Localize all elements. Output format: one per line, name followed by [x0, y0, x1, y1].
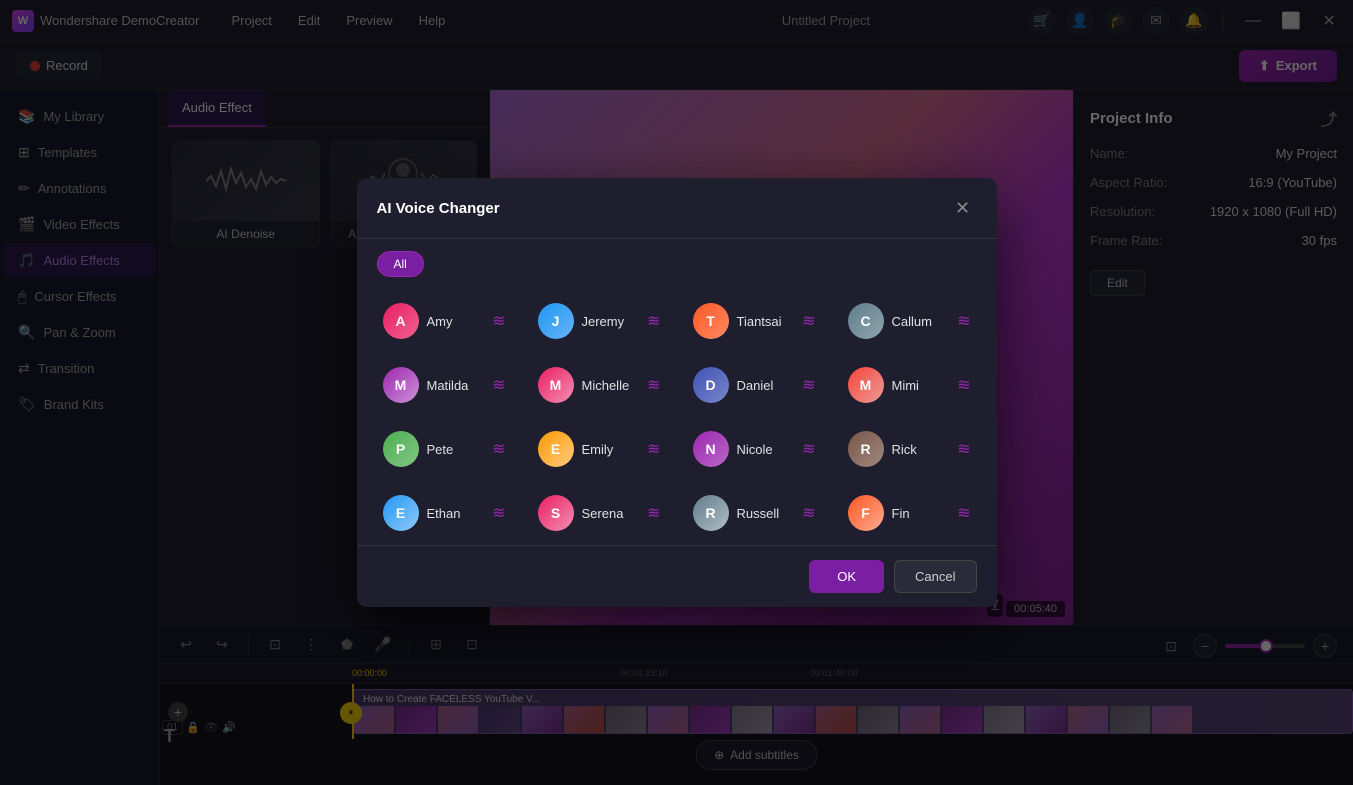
voice-info-amy: Amy — [427, 314, 485, 329]
voice-name-michelle: Michelle — [582, 378, 640, 393]
voice-card-mimi[interactable]: M Mimi ≋ — [835, 356, 984, 414]
voice-info-matilda: Matilda — [427, 378, 485, 393]
voice-card-callum[interactable]: C Callum ≋ — [835, 292, 984, 350]
filter-bar: All — [357, 239, 997, 289]
wave-icon-callum: ≋ — [957, 311, 970, 331]
voice-info-jeremy: Jeremy — [582, 314, 640, 329]
voice-info-fin: Fin — [892, 506, 950, 521]
wave-icon-serena: ≋ — [647, 503, 660, 523]
avatar-mimi: M — [848, 367, 884, 403]
voice-name-pete: Pete — [427, 442, 485, 457]
voice-card-ethan[interactable]: E Ethan ≋ — [370, 484, 519, 542]
voice-card-serena[interactable]: S Serena ≋ — [525, 484, 674, 542]
voice-info-mimi: Mimi — [892, 378, 950, 393]
voice-card-amy[interactable]: A Amy ≋ — [370, 292, 519, 350]
wave-icon-nicole: ≋ — [802, 439, 815, 459]
avatar-jeremy: J — [538, 303, 574, 339]
voice-card-russell[interactable]: R Russell ≋ — [680, 484, 829, 542]
modal-close-button[interactable]: ✕ — [949, 194, 977, 222]
wave-icon-mimi: ≋ — [957, 375, 970, 395]
wave-icon-rick: ≋ — [957, 439, 970, 459]
avatar-russell: R — [693, 495, 729, 531]
voice-card-nicole[interactable]: N Nicole ≋ — [680, 420, 829, 478]
wave-icon-jeremy: ≋ — [647, 311, 660, 331]
wave-icon-ethan: ≋ — [492, 503, 505, 523]
voice-name-fin: Fin — [892, 506, 950, 521]
wave-icon-daniel: ≋ — [802, 375, 815, 395]
ai-voice-changer-modal: AI Voice Changer ✕ All A Amy ≋ J Jeremy … — [357, 178, 997, 607]
voice-info-russell: Russell — [737, 506, 795, 521]
voice-name-rick: Rick — [892, 442, 950, 457]
avatar-michelle: M — [538, 367, 574, 403]
modal-footer: OK Cancel — [357, 545, 997, 607]
voice-info-pete: Pete — [427, 442, 485, 457]
voice-card-rick[interactable]: R Rick ≋ — [835, 420, 984, 478]
voice-name-callum: Callum — [892, 314, 950, 329]
voice-name-amy: Amy — [427, 314, 485, 329]
voice-name-ethan: Ethan — [427, 506, 485, 521]
wave-icon-russell: ≋ — [802, 503, 815, 523]
voice-name-matilda: Matilda — [427, 378, 485, 393]
voice-name-serena: Serena — [582, 506, 640, 521]
voice-card-fin[interactable]: F Fin ≋ — [835, 484, 984, 542]
avatar-emily: E — [538, 431, 574, 467]
voice-card-michelle[interactable]: M Michelle ≋ — [525, 356, 674, 414]
voice-name-jeremy: Jeremy — [582, 314, 640, 329]
wave-icon-pete: ≋ — [492, 439, 505, 459]
voice-grid: A Amy ≋ J Jeremy ≋ T Tiantsai ≋ — [357, 289, 997, 545]
voice-name-tiantsai: Tiantsai — [737, 314, 795, 329]
avatar-daniel: D — [693, 367, 729, 403]
voice-card-matilda[interactable]: M Matilda ≋ — [370, 356, 519, 414]
voice-info-tiantsai: Tiantsai — [737, 314, 795, 329]
ok-button[interactable]: OK — [809, 560, 884, 593]
avatar-tiantsai: T — [693, 303, 729, 339]
wave-icon-amy: ≋ — [492, 311, 505, 331]
wave-icon-fin: ≋ — [957, 503, 970, 523]
voice-info-michelle: Michelle — [582, 378, 640, 393]
avatar-fin: F — [848, 495, 884, 531]
voice-info-daniel: Daniel — [737, 378, 795, 393]
wave-icon-tiantsai: ≋ — [802, 311, 815, 331]
wave-icon-michelle: ≋ — [647, 375, 660, 395]
voice-info-nicole: Nicole — [737, 442, 795, 457]
voice-name-daniel: Daniel — [737, 378, 795, 393]
voice-name-emily: Emily — [582, 442, 640, 457]
avatar-pete: P — [383, 431, 419, 467]
wave-icon-emily: ≋ — [647, 439, 660, 459]
voice-info-callum: Callum — [892, 314, 950, 329]
modal-header: AI Voice Changer ✕ — [357, 178, 997, 239]
cancel-button[interactable]: Cancel — [894, 560, 976, 593]
modal-title: AI Voice Changer — [377, 200, 500, 217]
avatar-ethan: E — [383, 495, 419, 531]
voice-info-ethan: Ethan — [427, 506, 485, 521]
voice-info-serena: Serena — [582, 506, 640, 521]
voice-card-emily[interactable]: E Emily ≋ — [525, 420, 674, 478]
avatar-nicole: N — [693, 431, 729, 467]
avatar-rick: R — [848, 431, 884, 467]
modal-overlay[interactable]: AI Voice Changer ✕ All A Amy ≋ J Jeremy … — [0, 0, 1353, 785]
voice-info-rick: Rick — [892, 442, 950, 457]
voice-name-russell: Russell — [737, 506, 795, 521]
voice-info-emily: Emily — [582, 442, 640, 457]
filter-all-button[interactable]: All — [377, 251, 424, 277]
voice-card-pete[interactable]: P Pete ≋ — [370, 420, 519, 478]
voice-card-jeremy[interactable]: J Jeremy ≋ — [525, 292, 674, 350]
voice-card-daniel[interactable]: D Daniel ≋ — [680, 356, 829, 414]
avatar-matilda: M — [383, 367, 419, 403]
voice-name-mimi: Mimi — [892, 378, 950, 393]
wave-icon-matilda: ≋ — [492, 375, 505, 395]
voice-name-nicole: Nicole — [737, 442, 795, 457]
avatar-amy: A — [383, 303, 419, 339]
avatar-serena: S — [538, 495, 574, 531]
avatar-callum: C — [848, 303, 884, 339]
voice-card-tiantsai[interactable]: T Tiantsai ≋ — [680, 292, 829, 350]
